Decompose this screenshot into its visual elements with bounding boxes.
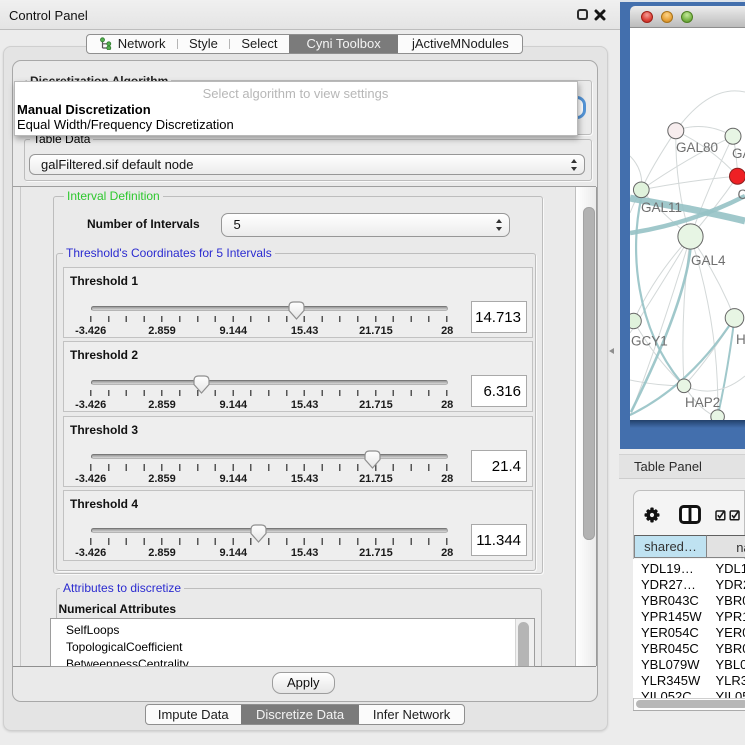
svg-text:CUP1: CUP1 bbox=[738, 187, 745, 202]
svg-text:GAL11: GAL11 bbox=[641, 200, 682, 215]
svg-text:GAL80: GAL80 bbox=[676, 140, 718, 155]
svg-text:GAL4: GAL4 bbox=[691, 253, 726, 268]
svg-text:HIS4: HIS4 bbox=[736, 332, 745, 347]
svg-text:GAL2: GAL2 bbox=[732, 146, 745, 161]
svg-text:GCY1: GCY1 bbox=[631, 334, 668, 349]
svg-text:HAP2: HAP2 bbox=[685, 395, 720, 410]
